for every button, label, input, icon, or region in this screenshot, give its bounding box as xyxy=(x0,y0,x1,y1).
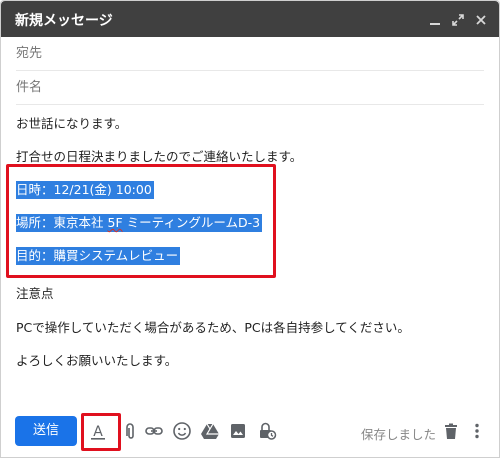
confidential-icon[interactable] xyxy=(257,421,277,441)
subject-field[interactable]: 件名 xyxy=(16,71,484,105)
window-title: 新規メッセージ xyxy=(15,13,113,29)
saved-status: 保存しました xyxy=(361,427,437,442)
intro-line: 打合せの日程決まりましたのでご連絡いたします。 xyxy=(16,149,303,164)
more-options-icon[interactable] xyxy=(467,421,487,441)
emoji-icon[interactable] xyxy=(172,421,192,441)
expand-icon[interactable] xyxy=(451,12,465,26)
attach-icon[interactable] xyxy=(120,421,140,441)
compose-window: 新規メッセージ 宛先 件名 お世話になります。 打合せの日程決まりましたのでご連… xyxy=(0,0,500,458)
subject-field-placeholder: 件名 xyxy=(16,80,43,95)
link-icon[interactable] xyxy=(144,421,164,441)
drive-icon[interactable] xyxy=(200,421,220,441)
minimize-icon[interactable] xyxy=(428,12,442,26)
greeting-line: お世話になります。 xyxy=(16,116,128,131)
trash-icon[interactable] xyxy=(441,421,461,441)
image-icon[interactable] xyxy=(228,421,248,441)
notice-heading: 注意点 xyxy=(16,286,54,301)
send-button[interactable]: 送信 xyxy=(15,416,77,446)
to-field[interactable]: 宛先 xyxy=(16,37,484,71)
to-field-placeholder: 宛先 xyxy=(16,46,43,61)
closing-line: よろしくお願いいたします。 xyxy=(16,353,178,368)
close-icon[interactable] xyxy=(474,12,488,26)
format-annotation-box xyxy=(81,413,121,451)
title-bar: 新規メッセージ xyxy=(1,1,499,37)
highlight-annotation-box xyxy=(6,164,276,278)
notice-line: PCで操作していただく場合があるため、PCは各自持参してください。 xyxy=(16,320,410,335)
